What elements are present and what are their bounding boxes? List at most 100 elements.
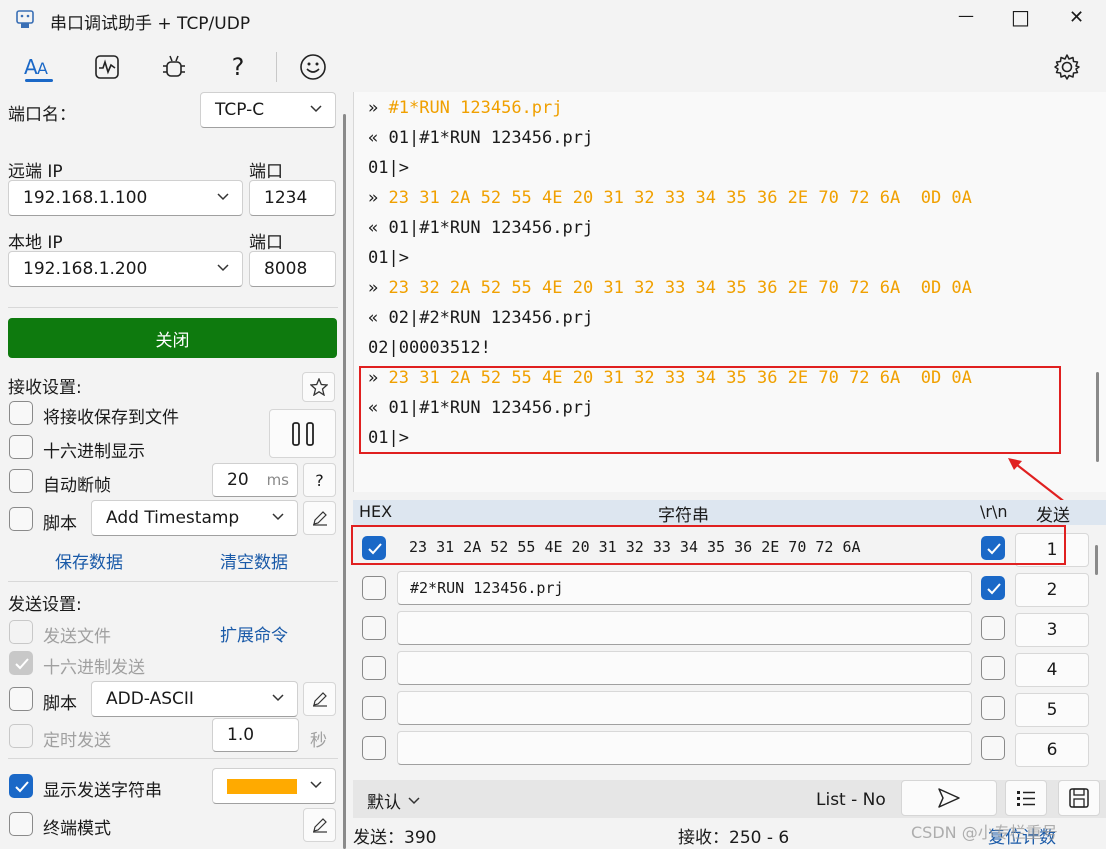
chevron-down-icon [272, 513, 284, 521]
send-table-scrollbar[interactable] [1095, 545, 1098, 575]
timed-send-input[interactable]: 1.0 [212, 718, 299, 752]
receive-line: 01|> [368, 248, 409, 268]
title-bar: 串口调试助手 + TCP/UDP — □ ✕ [0, 0, 1106, 40]
send-table: HEX 字符串 \r\n 发送 23 31 2A 52 55 4E 20 31 … [351, 500, 1106, 780]
header-crlf: \r\n [980, 502, 1008, 521]
close-window-button[interactable]: ✕ [1069, 7, 1084, 28]
local-port-input[interactable]: 8008 [249, 251, 336, 287]
received-count: 接收：250 - 6 [678, 828, 790, 848]
send-script-edit-button[interactable] [303, 682, 336, 716]
check-icon [15, 658, 29, 670]
send-icon [938, 788, 960, 808]
row-hex-checkbox[interactable] [362, 616, 386, 640]
header-send: 发送 [1036, 506, 1070, 526]
line-text: 01|#1*RUN 123456.prj [388, 128, 594, 148]
timed-send-label: 定时发送 [43, 731, 111, 751]
font-icon[interactable]: AA [22, 50, 56, 84]
clear-data-link[interactable]: 清空数据 [220, 548, 288, 573]
row-string-input[interactable]: #2*RUN 123456.prj [397, 571, 972, 605]
send-color-select[interactable] [212, 768, 336, 804]
recv-script-edit-button[interactable] [303, 501, 336, 535]
ext-cmd-link[interactable]: 扩展命令 [220, 621, 288, 646]
timed-send-unit: 秒 [310, 731, 327, 751]
pause-button[interactable] [269, 409, 336, 458]
row-hex-checkbox[interactable] [362, 696, 386, 720]
send-button[interactable] [901, 780, 997, 816]
recv-script-select[interactable]: Add Timestamp [91, 500, 298, 536]
send-file-checkbox[interactable] [9, 620, 33, 644]
header-string: 字符串 [658, 506, 709, 526]
chevron-down-icon [217, 264, 229, 272]
row-send-button[interactable]: 3 [1015, 613, 1089, 647]
remote-ip-label: 远端 IP [8, 162, 63, 182]
port-name-value: TCP-C [215, 100, 265, 120]
row-crlf-checkbox[interactable] [981, 616, 1005, 640]
profile-select[interactable]: 默认 [367, 788, 421, 813]
row-hex-checkbox[interactable] [362, 736, 386, 760]
row-hex-checkbox[interactable] [362, 656, 386, 680]
row-send-button[interactable]: 6 [1015, 733, 1089, 767]
color-swatch [227, 778, 297, 794]
timed-send-checkbox[interactable] [9, 724, 33, 748]
port-name-select[interactable]: TCP-C [200, 92, 336, 128]
receive-scrollbar[interactable] [1096, 372, 1099, 462]
star-icon[interactable] [302, 372, 335, 402]
divider [8, 307, 338, 308]
send-script-select[interactable]: ADD-ASCII [91, 681, 298, 717]
minimize-button[interactable]: — [958, 6, 974, 25]
save-icon [1069, 788, 1089, 808]
send-table-header: HEX 字符串 \r\n 发送 [353, 500, 1106, 526]
row-send-button[interactable]: 5 [1015, 693, 1089, 727]
save-button[interactable] [1058, 780, 1100, 816]
remote-ip-select[interactable]: 192.168.1.100 [8, 180, 243, 216]
line-text: #1*RUN 123456.prj [388, 98, 563, 118]
gear-icon[interactable] [1050, 50, 1084, 84]
row-string-input[interactable] [397, 651, 972, 685]
chevron-down-icon [408, 796, 420, 804]
hex-display-checkbox[interactable] [9, 435, 33, 459]
bug-icon[interactable] [157, 50, 191, 84]
row-crlf-checkbox[interactable] [981, 576, 1005, 600]
row-string-input[interactable] [397, 611, 972, 645]
auto-frame-input[interactable]: 20 ms [212, 463, 298, 497]
chevron-down-icon [310, 105, 322, 113]
send-script-checkbox[interactable] [9, 687, 33, 711]
row-crlf-checkbox[interactable] [981, 736, 1005, 760]
close-connection-button[interactable]: 关闭 [8, 318, 337, 358]
row-send-button[interactable]: 2 [1015, 573, 1089, 607]
row-hex-checkbox[interactable] [362, 576, 386, 600]
receive-area[interactable]: » #1*RUN 123456.prj « 01|#1*RUN 123456.pr… [353, 92, 1106, 492]
auto-frame-checkbox[interactable] [9, 469, 33, 493]
save-to-file-checkbox[interactable] [9, 401, 33, 425]
receive-line: « 01|#1*RUN 123456.prj [368, 218, 593, 238]
app-icon [16, 10, 34, 28]
recv-script-checkbox[interactable] [9, 507, 33, 531]
left-scrollbar[interactable] [343, 114, 346, 849]
show-send-string-checkbox[interactable] [9, 774, 33, 798]
row-string-input[interactable] [397, 731, 972, 765]
smiley-icon[interactable] [296, 50, 330, 84]
recv-script-value: Add Timestamp [106, 508, 240, 528]
maximize-button[interactable]: □ [1011, 5, 1030, 29]
chevron-down-icon [272, 694, 284, 702]
terminal-mode-checkbox[interactable] [9, 812, 33, 836]
row-string-input[interactable] [397, 691, 972, 725]
recv-settings-label: 接收设置: [8, 378, 82, 398]
save-data-link[interactable]: 保存数据 [55, 548, 123, 573]
row-send-button[interactable]: 4 [1015, 653, 1089, 687]
local-ip-select[interactable]: 192.168.1.200 [8, 251, 243, 287]
local-port-label: 端口 [249, 233, 283, 253]
hex-send-checkbox[interactable] [9, 651, 33, 675]
check-icon [987, 583, 1001, 595]
list-button[interactable] [1005, 780, 1047, 816]
row-crlf-checkbox[interactable] [981, 656, 1005, 680]
line-text: 23 31 2A 52 55 4E 20 31 32 33 34 35 36 2… [388, 188, 972, 208]
help-icon[interactable]: ? [221, 50, 255, 84]
auto-frame-help-button[interactable]: ? [303, 463, 336, 497]
waveform-icon[interactable] [90, 50, 124, 84]
remote-port-input[interactable]: 1234 [249, 180, 336, 216]
remote-port-label: 端口 [249, 162, 283, 182]
row-crlf-checkbox[interactable] [981, 696, 1005, 720]
terminal-edit-button[interactable] [303, 808, 336, 842]
profile-value: 默认 [367, 793, 401, 813]
